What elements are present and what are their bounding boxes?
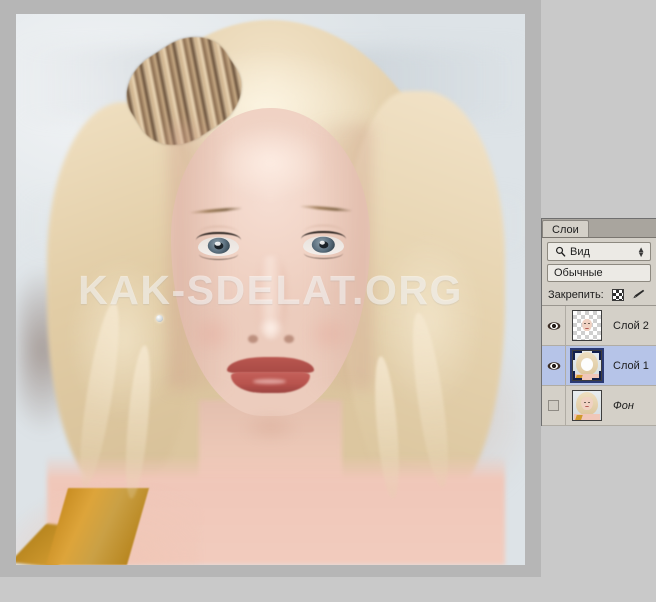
transparency-checker-icon[interactable] xyxy=(611,288,624,301)
spinner-arrows-icon[interactable]: ▲ ▼ xyxy=(637,245,645,258)
brush-icon[interactable] xyxy=(630,288,645,301)
tab-bar-filler xyxy=(589,225,656,237)
layer-visibility-toggle[interactable] xyxy=(542,306,566,345)
spinner-down-icon[interactable]: ▼ xyxy=(637,250,645,258)
image-canvas-area[interactable]: KAK-SDELAT.ORG xyxy=(0,0,541,577)
portrait-subject xyxy=(16,14,525,565)
eye-hidden-icon[interactable] xyxy=(548,400,559,411)
layer-thumbnail-cell[interactable] xyxy=(566,348,608,383)
lips xyxy=(227,356,314,394)
mini-face xyxy=(581,396,593,411)
selection-corner-icon xyxy=(592,351,601,360)
eye-icon[interactable] xyxy=(547,321,561,331)
layer-row[interactable]: Слой 1 xyxy=(542,346,656,386)
upper-lip xyxy=(227,356,314,373)
lip-highlight xyxy=(253,378,287,385)
thumbnail-content xyxy=(573,311,601,340)
mini-face xyxy=(582,319,592,332)
layer-thumbnail[interactable] xyxy=(570,348,604,383)
mini-mouth xyxy=(585,327,589,329)
photo-document[interactable]: KAK-SDELAT.ORG xyxy=(16,14,525,565)
selection-corner-icon xyxy=(573,371,582,380)
layer-list[interactable]: Слой 2 Слой 1 Фон xyxy=(542,305,656,426)
filter-row[interactable]: Вид ▲ ▼ xyxy=(542,238,656,264)
tab-layers[interactable]: Слои xyxy=(542,220,589,237)
blend-mode-row[interactable]: Обычные xyxy=(542,264,656,285)
search-icon xyxy=(555,246,566,257)
nose-highlight xyxy=(258,317,284,340)
hair-highlight-left xyxy=(66,256,179,422)
thumbnail-content xyxy=(573,391,601,420)
eyelid-crease xyxy=(303,225,344,233)
cheek-left xyxy=(186,311,238,356)
layer-thumbnail[interactable] xyxy=(572,310,602,341)
layers-panel[interactable]: Слои Вид ▲ ▼ Обычные Закрепить: Слой 2 С… xyxy=(541,218,656,426)
lock-label: Закрепить: xyxy=(548,288,604,301)
layer-row[interactable]: Слой 2 xyxy=(542,306,656,346)
layer-filter-value: Вид xyxy=(570,245,590,258)
chin-shadow xyxy=(239,410,302,444)
eye-icon[interactable] xyxy=(547,361,561,371)
layer-name[interactable]: Слой 2 xyxy=(608,320,656,332)
layer-thumbnail-cell[interactable] xyxy=(566,310,608,341)
panel-tab-bar[interactable]: Слои xyxy=(542,219,656,238)
layer-thumbnail-cell[interactable] xyxy=(566,390,608,421)
blend-mode-select[interactable]: Обычные xyxy=(547,264,651,282)
layer-name[interactable]: Фон xyxy=(608,400,656,412)
layer-visibility-toggle[interactable] xyxy=(542,386,566,425)
layer-visibility-toggle[interactable] xyxy=(542,346,566,385)
iris xyxy=(207,237,230,255)
eyelid-crease xyxy=(198,226,239,234)
selection-corner-icon xyxy=(592,371,601,380)
eye-left xyxy=(195,226,242,261)
layer-row[interactable]: Фон xyxy=(542,386,656,426)
eye-right xyxy=(300,225,347,260)
layer-filter-combo[interactable]: Вид ▲ ▼ xyxy=(547,242,651,261)
lock-row[interactable]: Закрепить: xyxy=(542,285,656,305)
layer-name[interactable]: Слой 1 xyxy=(608,360,656,372)
forehead-highlight xyxy=(214,124,327,202)
selection-corner-icon xyxy=(573,351,582,360)
cheek-right xyxy=(303,311,355,356)
layer-thumbnail[interactable] xyxy=(572,390,602,421)
